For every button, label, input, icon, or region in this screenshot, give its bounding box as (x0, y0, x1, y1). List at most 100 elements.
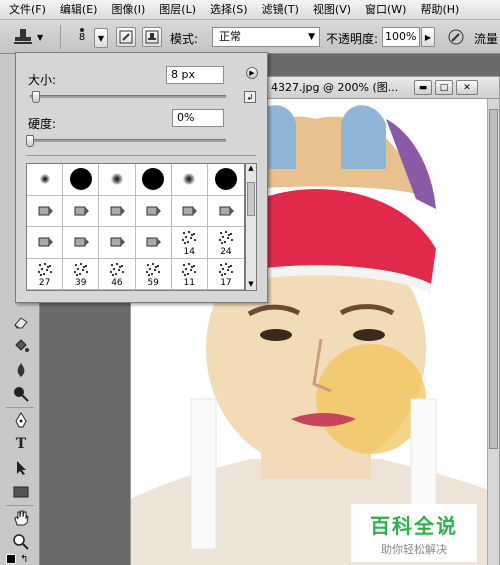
brush-grid-scrollbar[interactable]: ▲ ▼ (245, 163, 257, 291)
menu-file[interactable]: 文件(F) (0, 0, 51, 20)
brush-preset-16[interactable] (135, 227, 172, 259)
scatter-brush-icon (145, 262, 161, 276)
menu-edit[interactable]: 编辑(E) (51, 0, 103, 20)
scatter-brush-icon (182, 231, 197, 245)
close-button[interactable]: ✕ (456, 80, 478, 95)
menu-image[interactable]: 图像(I) (102, 0, 150, 20)
brush-preset-2[interactable] (63, 164, 100, 196)
brush-preset-9[interactable] (99, 195, 136, 227)
brush-preset-13[interactable] (27, 227, 64, 259)
pen-tool-icon[interactable] (10, 410, 32, 430)
new-preset-button[interactable]: ↲ (244, 91, 256, 103)
watermark-subtitle: 助你轻松解决 (381, 542, 447, 556)
eraser-tool-icon[interactable] (10, 312, 32, 332)
blur-tool-icon[interactable] (10, 360, 32, 380)
menu-help[interactable]: 帮助(H) (411, 0, 464, 20)
vertical-scrollbar[interactable] (487, 99, 499, 565)
menu-view[interactable]: 视图(V) (304, 0, 356, 20)
minimize-button[interactable]: ▬ (414, 80, 432, 95)
type-tool-icon[interactable]: T (10, 434, 32, 454)
hard-round-brush-icon (69, 168, 92, 191)
size-label: 大小: (28, 73, 57, 87)
brush-preset-22[interactable]: 59 (135, 258, 172, 290)
brush-preset-1[interactable] (27, 164, 64, 196)
paint-bucket-tool-icon[interactable] (10, 336, 32, 356)
scrollbar-thumb[interactable] (489, 109, 498, 449)
scroll-down-icon[interactable]: ▼ (246, 280, 256, 290)
scatter-brush-icon (218, 231, 234, 245)
tool-tip-brush-icon (74, 237, 89, 247)
brush-preset-15[interactable] (99, 227, 136, 259)
clone-stamp-icon (14, 29, 32, 44)
swap-colors-icon[interactable]: ↰ (20, 554, 28, 565)
document-title: 4327.jpg @ 200% (图... (271, 81, 399, 94)
maximize-button[interactable]: □ (435, 80, 453, 95)
foreground-color-swatch[interactable] (6, 554, 16, 564)
scrollbar-thumb[interactable] (247, 182, 255, 216)
separator (60, 25, 61, 49)
hand-tool-icon[interactable] (10, 508, 32, 528)
watermark-title: 百科全说 (370, 513, 458, 538)
hardness-value: 0% (177, 111, 195, 124)
brush-preset-18[interactable]: 24 (207, 227, 244, 259)
rectangle-tool-icon[interactable] (10, 482, 32, 502)
brush-preset-10[interactable] (135, 195, 172, 227)
brush-preset-5[interactable] (171, 164, 208, 196)
menu-window[interactable]: 窗口(W) (356, 0, 411, 20)
brush-preset-4[interactable] (135, 164, 172, 196)
opacity-label: 不透明度: (326, 32, 379, 46)
hardness-slider-track[interactable] (30, 139, 226, 142)
brush-preset-20[interactable]: 39 (63, 258, 100, 290)
brush-preset-12[interactable] (207, 196, 244, 227)
size-slider-track[interactable] (30, 95, 226, 98)
tablet-pressure-button[interactable] (446, 27, 466, 47)
brush-preset-21[interactable]: 46 (99, 258, 136, 290)
menu-filter[interactable]: 滤镜(T) (253, 0, 304, 20)
brush-preset-14[interactable] (63, 227, 100, 259)
mode-select[interactable]: 正常 ▼ (212, 27, 320, 47)
brush-preset-8[interactable] (63, 195, 100, 227)
size-slider-thumb[interactable] (31, 91, 40, 103)
brush-picker-button[interactable]: ▼ (94, 28, 108, 48)
brush-preset-3[interactable] (99, 164, 136, 196)
minimize-icon: ▬ (418, 82, 428, 93)
opacity-input[interactable]: 100% (382, 27, 420, 47)
scroll-up-icon[interactable]: ▲ (246, 164, 256, 174)
scatter-brush-icon (73, 262, 88, 276)
menu-layer[interactable]: 图层(L) (150, 0, 201, 20)
hardness-input[interactable]: 0% (172, 109, 224, 127)
tool-tip-brush-icon (146, 206, 162, 216)
brush-size-number: 27 (38, 278, 51, 288)
brush-panel-icon (119, 30, 133, 44)
chevron-right-icon: ▶ (424, 32, 432, 42)
tool-preset-picker[interactable]: ▼ (12, 26, 52, 48)
size-input[interactable]: 8 px (166, 66, 224, 84)
watermark: 百科全说 助你轻松解决 (351, 504, 477, 562)
brush-preset-23[interactable]: 11 (171, 258, 208, 290)
brush-menu-button[interactable]: ▶ (246, 67, 258, 79)
zoom-tool-icon[interactable] (10, 532, 32, 552)
toggle-brush-panel-button[interactable] (116, 27, 136, 47)
brush-preset-19[interactable]: 27 (27, 258, 64, 290)
opacity-slider-button[interactable]: ▶ (421, 27, 435, 47)
tool-tip-brush-icon (74, 206, 89, 216)
brush-size-number: 17 (220, 278, 232, 288)
tool-tip-brush-icon (38, 237, 53, 247)
path-selection-tool-icon[interactable] (10, 458, 32, 478)
brush-preview[interactable]: 8 (72, 26, 92, 50)
chevron-down-icon: ▼ (308, 32, 315, 42)
brush-preset-6[interactable] (207, 164, 244, 196)
brush-preset-7[interactable] (27, 195, 64, 227)
brush-preset-grid: 14 24 27 39 46 59 11 17 (26, 163, 245, 291)
brush-preset-11[interactable] (171, 195, 208, 227)
dodge-tool-icon[interactable] (10, 384, 32, 404)
hardness-slider-thumb[interactable] (26, 135, 34, 147)
menu-select[interactable]: 选择(S) (201, 0, 253, 20)
toggle-clone-source-button[interactable] (142, 27, 162, 47)
mode-value: 正常 (219, 30, 241, 43)
hard-round-brush-icon (142, 168, 165, 191)
brush-size-number: 46 (111, 278, 123, 288)
brush-preset-24[interactable]: 17 (207, 259, 244, 290)
soft-round-brush-icon (110, 173, 123, 186)
brush-preset-17[interactable]: 14 (171, 227, 208, 259)
